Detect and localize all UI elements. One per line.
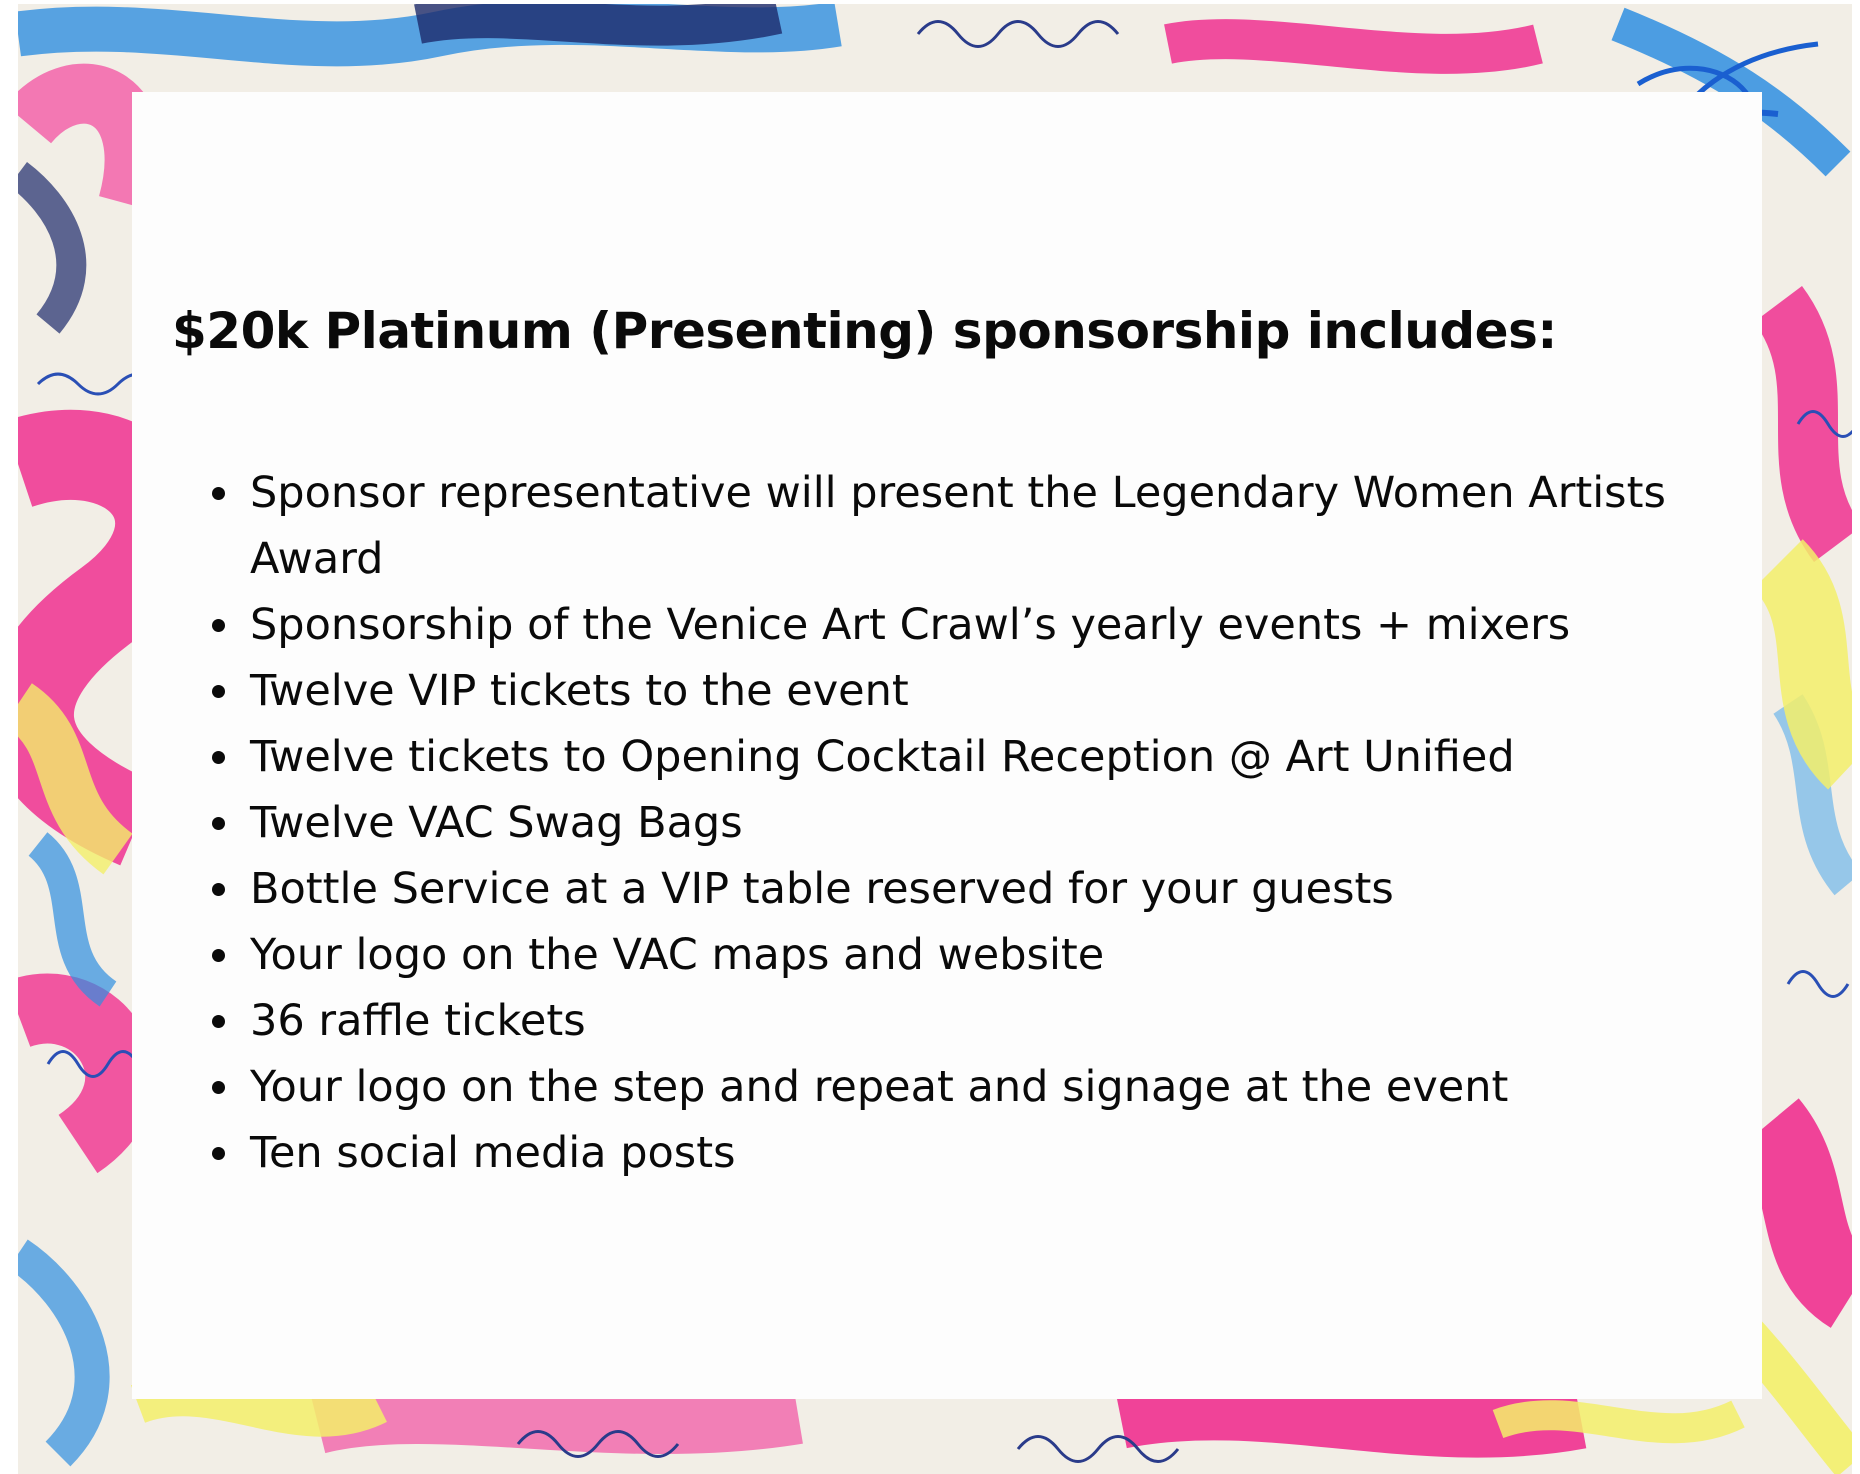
benefit-text: Sponsorship of the Venice Art Crawl’s ye… — [250, 600, 1571, 650]
benefit-text: Twelve tickets to Opening Cocktail Recep… — [250, 732, 1515, 782]
list-item: Twelve tickets to Opening Cocktail Recep… — [212, 724, 1730, 790]
bullet-icon — [212, 1015, 225, 1028]
bullet-icon — [212, 685, 225, 698]
list-item: Sponsorship of the Venice Art Crawl’s ye… — [212, 592, 1730, 658]
benefit-text: Your logo on the VAC maps and website — [250, 930, 1105, 980]
list-item: Your logo on the step and repeat and sig… — [212, 1054, 1730, 1120]
bullet-icon — [212, 1081, 225, 1094]
benefit-text: Bottle Service at a VIP table reserved f… — [250, 864, 1394, 914]
bullet-icon — [212, 619, 225, 632]
benefit-text: Twelve VAC Swag Bags — [250, 798, 743, 848]
bullet-icon — [212, 487, 225, 500]
list-item: Twelve VAC Swag Bags — [212, 790, 1730, 856]
benefit-text: Your logo on the step and repeat and sig… — [250, 1062, 1509, 1112]
bullet-icon — [212, 883, 225, 896]
list-item: Your logo on the VAC maps and website — [212, 922, 1730, 988]
benefits-list: Sponsor representative will present the … — [212, 460, 1730, 1186]
benefit-text: Sponsor representative will present the … — [250, 468, 1666, 584]
benefit-text: 36 raffle tickets — [250, 996, 586, 1046]
list-item: Ten social media posts — [212, 1120, 1730, 1186]
benefit-text: Twelve VIP tickets to the event — [250, 666, 909, 716]
bullet-icon — [212, 949, 225, 962]
list-item: Sponsor representative will present the … — [212, 460, 1730, 592]
sponsorship-heading: $20k Platinum (Presenting) sponsorship i… — [172, 302, 1557, 360]
list-item: 36 raffle tickets — [212, 988, 1730, 1054]
bullet-icon — [212, 1147, 225, 1160]
benefit-text: Ten social media posts — [250, 1128, 736, 1178]
bullet-icon — [212, 817, 225, 830]
list-item: Bottle Service at a VIP table reserved f… — [212, 856, 1730, 922]
list-item: Twelve VIP tickets to the event — [212, 658, 1730, 724]
bullet-icon — [212, 751, 225, 764]
sponsorship-card: $20k Platinum (Presenting) sponsorship i… — [132, 92, 1762, 1399]
